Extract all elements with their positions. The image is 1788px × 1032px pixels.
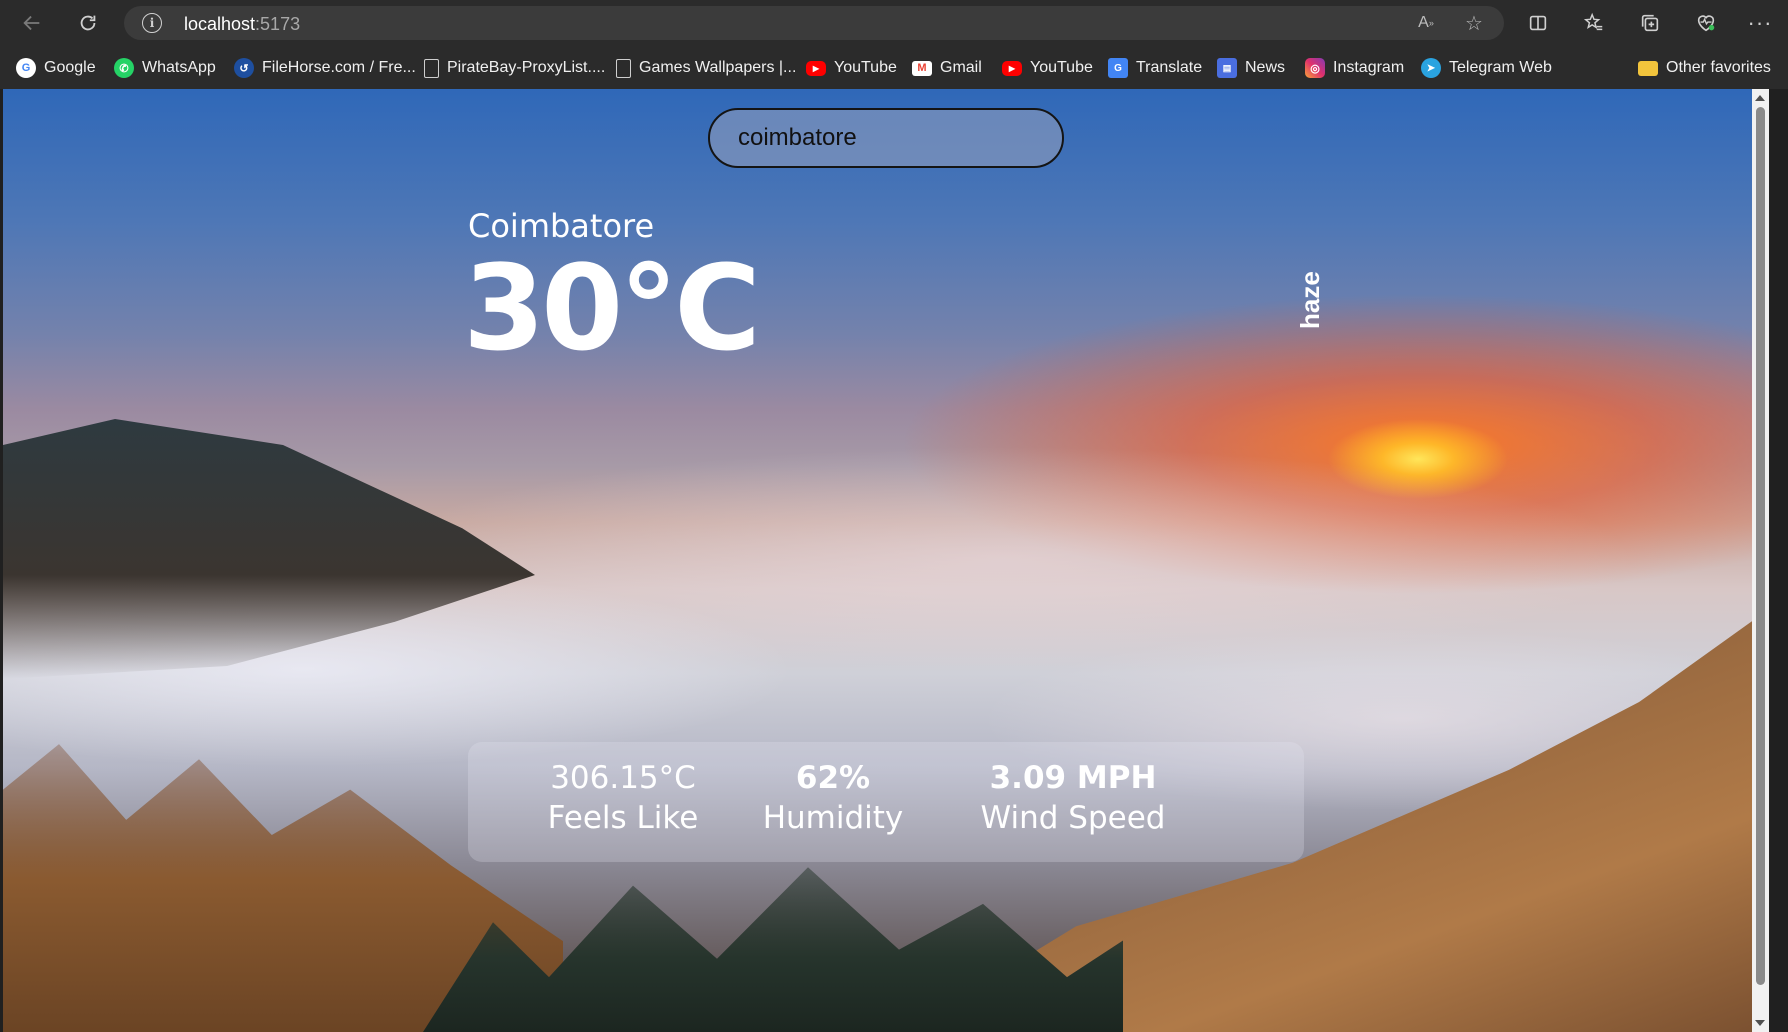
wind-speed-label: Wind Speed [980, 800, 1166, 836]
bookmark-label: Translate [1136, 59, 1203, 76]
browser-toolbar: i localhost:5173 A» ☆ ··· [0, 0, 1788, 46]
split-screen-button[interactable] [1522, 8, 1554, 38]
youtube-icon: ▶ [1002, 60, 1022, 76]
favorites-star-list-icon [1583, 12, 1603, 31]
feels-like-stat: 306.15°C Feels Like [538, 760, 708, 836]
wind-speed-stat: 3.09 MPH Wind Speed [973, 760, 1173, 836]
weather-description: haze [1295, 271, 1325, 329]
weather-stats-panel: 306.15°C Feels Like 62% Humidity 3.09 MP… [468, 742, 1304, 862]
address-bar[interactable]: i localhost:5173 A» ☆ [124, 6, 1504, 40]
page-icon [424, 58, 439, 78]
favorites-button[interactable] [1578, 8, 1610, 38]
browser-essentials-button[interactable] [1690, 8, 1722, 38]
bookmark-youtube-2[interactable]: ▶ YouTube [1002, 57, 1093, 79]
refresh-icon [80, 15, 96, 31]
bookmark-label: FileHorse.com / Fre... [262, 59, 416, 76]
filehorse-icon: ↺ [234, 58, 254, 78]
feels-like-value: 306.15°C [550, 760, 696, 796]
heart-pulse-icon [1697, 15, 1715, 32]
bookmark-label: Instagram [1333, 59, 1405, 76]
other-favorites-label: Other favorites [1666, 59, 1771, 76]
bookmark-label: Telegram Web [1449, 59, 1552, 76]
bookmark-piratebay[interactable]: PirateBay-ProxyList.... [424, 57, 605, 79]
collections-icon [1641, 14, 1659, 32]
bookmark-filehorse[interactable]: ↺ FileHorse.com / Fre... [234, 57, 416, 79]
whatsapp-icon: ✆ [114, 58, 134, 78]
bookmark-whatsapp[interactable]: ✆ WhatsApp [114, 57, 216, 79]
bookmark-label: Games Wallpapers |... [639, 59, 797, 76]
bookmark-gmail[interactable]: M Gmail [912, 57, 982, 79]
scroll-thumb[interactable] [1756, 107, 1765, 985]
feels-like-label: Feels Like [547, 800, 699, 836]
city-search-input[interactable] [708, 108, 1064, 168]
bookmark-instagram[interactable]: ◎ Instagram [1305, 57, 1404, 79]
humidity-value: 62% [795, 760, 871, 796]
bookmark-google[interactable]: G Google [16, 57, 96, 79]
bookmark-news[interactable]: ▤ News [1217, 57, 1285, 79]
bookmark-label: YouTube [834, 59, 897, 76]
scroll-up-arrow-icon[interactable] [1755, 95, 1765, 101]
translate-icon: G [1108, 58, 1128, 78]
bookmark-translate[interactable]: G Translate [1108, 57, 1202, 79]
collections-button[interactable] [1634, 8, 1666, 38]
url-text[interactable]: localhost:5173 [184, 14, 300, 35]
bookmark-label: Gmail [940, 59, 982, 76]
read-aloud-icon[interactable]: A» [1414, 12, 1438, 34]
bookmark-games-wallpapers[interactable]: Games Wallpapers |... [616, 57, 796, 79]
temperature: 30°C [463, 239, 761, 377]
weather-app: Coimbatore 30°C haze 306.15°C Feels Like… [3, 89, 1769, 1032]
news-icon: ▤ [1217, 58, 1237, 78]
other-favorites[interactable]: Other favorites [1638, 57, 1771, 79]
telegram-icon: ➤ [1421, 58, 1441, 78]
scroll-down-arrow-icon[interactable] [1755, 1020, 1765, 1026]
google-icon: G [16, 58, 36, 78]
instagram-icon: ◎ [1305, 58, 1325, 78]
page-scrollbar[interactable] [1752, 89, 1769, 1032]
wind-speed-value: 3.09 MPH [989, 760, 1157, 796]
ellipsis-icon: ··· [1747, 10, 1773, 35]
humidity-stat: 62% Humidity [753, 760, 913, 836]
humidity-label: Humidity [762, 800, 904, 836]
arrow-left-icon [23, 15, 40, 31]
youtube-icon: ▶ [806, 60, 826, 76]
favorite-star-icon[interactable]: ☆ [1462, 12, 1486, 35]
bookmark-label: News [1245, 59, 1286, 76]
page-icon [616, 58, 631, 78]
split-screen-icon [1529, 15, 1547, 31]
site-info-icon[interactable]: i [142, 13, 162, 33]
bookmarks-bar: G Google ✆ WhatsApp ↺ FileHorse.com / Fre..… [0, 46, 1788, 89]
refresh-button[interactable] [72, 8, 104, 38]
bookmark-label: Google [44, 59, 96, 76]
back-button[interactable] [16, 8, 48, 38]
bookmark-label: WhatsApp [142, 59, 216, 76]
more-options-button[interactable]: ··· [1744, 8, 1776, 38]
folder-icon [1638, 60, 1658, 76]
bookmark-label: PirateBay-ProxyList.... [447, 59, 606, 76]
bookmark-telegram[interactable]: ➤ Telegram Web [1421, 57, 1552, 79]
bookmark-youtube[interactable]: ▶ YouTube [806, 57, 897, 79]
gmail-icon: M [912, 60, 932, 76]
bookmark-label: YouTube [1030, 59, 1093, 76]
